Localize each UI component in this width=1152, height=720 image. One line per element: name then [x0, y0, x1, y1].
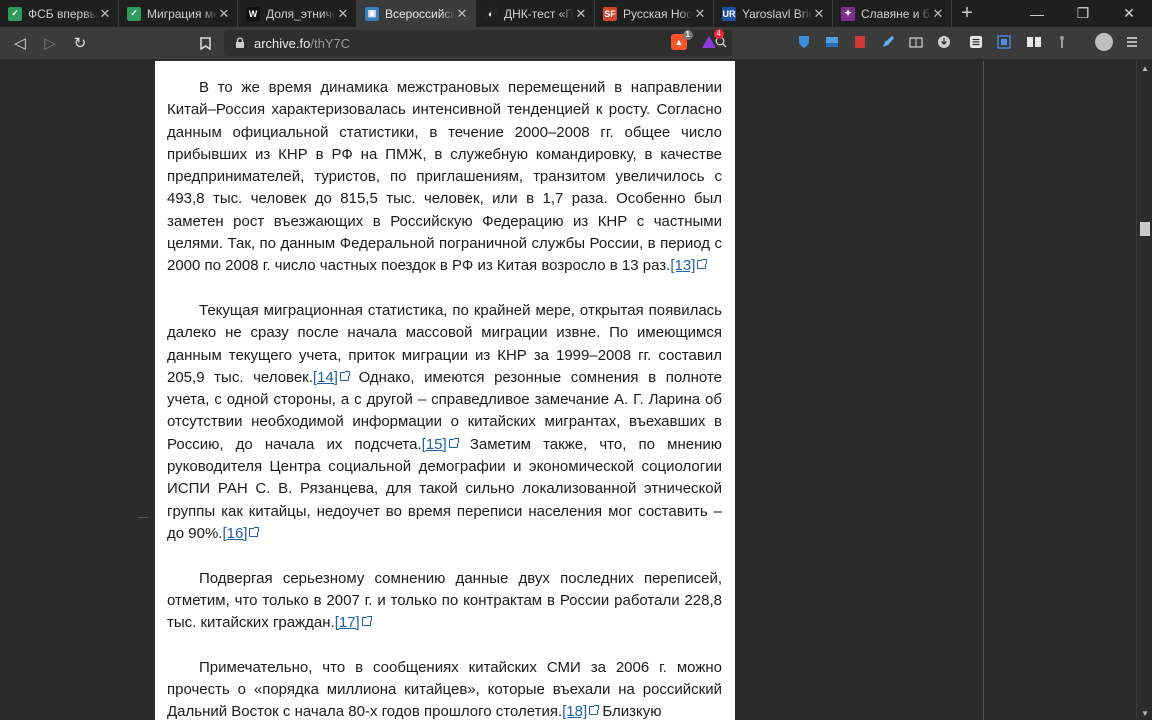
translate-extension-icon[interactable]	[1051, 31, 1073, 53]
brave-rewards-button[interactable]: 4	[698, 29, 724, 53]
back-button[interactable]: ◁	[5, 28, 35, 58]
bitwarden-extension-icon[interactable]	[793, 31, 815, 53]
tab-close-icon[interactable]: ✕	[455, 6, 469, 22]
reload-icon: ↻	[73, 35, 87, 52]
tab-title: Всероссийская	[385, 6, 455, 21]
bookmark-icon	[199, 36, 211, 50]
footnote-link[interactable]: [15]	[422, 436, 447, 453]
tab-favicon-icon: SF	[603, 6, 617, 21]
profile-button[interactable]	[1093, 31, 1115, 53]
footnote-link[interactable]: [16]	[222, 525, 247, 542]
footnote-link[interactable]: [17]	[335, 614, 360, 631]
tab-close-icon[interactable]: ✕	[693, 6, 707, 22]
scroll-up-arrow-icon[interactable]: ▲	[1137, 61, 1152, 75]
tab-favicon-icon: ✦	[841, 6, 855, 21]
tab-close-icon[interactable]: ✕	[812, 6, 826, 22]
browser-tab[interactable]: ◐ ДНК-тест «Ге ✕	[476, 0, 595, 27]
archived-page: В то же время динамика межстрановых пере…	[155, 61, 735, 720]
scrollbar-thumb[interactable]	[1140, 222, 1150, 236]
bookmark-button[interactable]	[190, 28, 220, 58]
address-bar[interactable]: archive.fo/thY7C	[224, 30, 732, 56]
tab-favicon-icon: W	[246, 6, 260, 21]
tab-title: Yaroslavl Brigh	[742, 6, 812, 21]
book-extension-icon[interactable]	[1023, 31, 1045, 53]
paragraph-text: Близкую	[598, 703, 662, 720]
article-text: В то же время динамика межстрановых пере…	[167, 77, 722, 720]
browser-tab[interactable]: ▣ Всероссийская✕	[357, 0, 476, 27]
paragraph-text: В то же время динамика межстрановых пере…	[167, 79, 722, 275]
hamburger-menu-icon	[1127, 37, 1137, 47]
tab-title: Доля_этничес	[266, 6, 336, 21]
avatar-icon	[1095, 33, 1113, 51]
lock-icon	[230, 37, 250, 49]
tab-list: ✓ФСБ впервые✕✓Миграция ме✕WДоля_этничес✕…	[0, 0, 952, 27]
tab-close-icon[interactable]: ✕	[931, 6, 945, 22]
tab-close-icon[interactable]: ✕	[336, 6, 350, 22]
browser-toolbar: ◁ ▷ ↻ archive.fo/thY7C ▲ 1 4	[0, 27, 1152, 60]
brave-shields-icon: ▲ 1	[671, 30, 693, 50]
main-menu-button[interactable]	[1121, 31, 1143, 53]
footnote-link[interactable]: [18]	[562, 703, 587, 720]
article-paragraph: Примечательно, что в сообщениях китайски…	[167, 657, 722, 720]
forward-button[interactable]: ▷	[35, 28, 65, 58]
footnote-link[interactable]: [13]	[670, 257, 695, 274]
external-link-icon	[361, 616, 372, 627]
tab-favicon-icon: ◐	[484, 6, 498, 21]
tab-favicon-icon: ✓	[127, 6, 141, 21]
tab-favicon-icon: UR	[722, 6, 736, 21]
article-paragraph: В то же время динамика межстрановых пере…	[167, 77, 722, 278]
url-text[interactable]: archive.fo/thY7C	[254, 36, 710, 51]
tab-title: Миграция ме	[147, 6, 217, 21]
back-icon: ◁	[14, 35, 26, 52]
browser-tab[interactable]: SF Русская Ноос ✕	[595, 0, 714, 27]
external-link-icon	[339, 370, 350, 381]
tab-close-icon[interactable]: ✕	[217, 6, 231, 22]
browser-tab[interactable]: ✓ Миграция ме ✕	[119, 0, 238, 27]
browser-tab[interactable]: W Доля_этничес✕	[238, 0, 357, 27]
paragraph-text: Подвергая серьезному сомнению данные дву…	[167, 569, 722, 632]
minimize-button[interactable]: —	[1014, 0, 1060, 27]
tab-title: ДНК-тест «Ге	[504, 6, 574, 21]
reader-extension-icon[interactable]	[905, 31, 927, 53]
new-tab-button[interactable]: +	[952, 0, 982, 27]
tab-title: ФСБ впервые	[28, 6, 98, 21]
external-link-icon	[448, 437, 459, 448]
tab-strip: ✓ФСБ впервые✕✓Миграция ме✕WДоля_этничес✕…	[0, 0, 1152, 27]
close-window-button[interactable]: ✕	[1106, 0, 1152, 27]
maximize-button[interactable]: ❐	[1060, 0, 1106, 27]
menu-list-extension-icon[interactable]	[965, 31, 987, 53]
pocket-extension-icon[interactable]	[849, 31, 871, 53]
screenshot-extension-icon[interactable]	[993, 31, 1015, 53]
external-link-icon	[697, 259, 708, 270]
pen-extension-icon[interactable]	[877, 31, 899, 53]
page-divider	[983, 61, 984, 720]
browser-tab[interactable]: ✦ Славяне и ба ✕	[833, 0, 952, 27]
article-paragraph: Текущая миграционная статистика, по край…	[167, 300, 722, 545]
page-viewport: В то же время динамика межстрановых пере…	[0, 61, 1136, 720]
tab-favicon-icon: ✓	[8, 6, 22, 21]
tab-favicon-icon: ▣	[365, 6, 379, 21]
tab-close-icon[interactable]: ✕	[574, 6, 588, 22]
footnote-link[interactable]: [14]	[313, 369, 338, 386]
vertical-scrollbar[interactable]: ▲ ▼	[1136, 61, 1152, 720]
tab-title: Русская Ноос	[623, 6, 693, 21]
external-link-icon	[249, 526, 260, 537]
browser-tab[interactable]: ✓ ФСБ впервые ✕	[0, 0, 119, 27]
scroll-down-arrow-icon[interactable]: ▼	[1137, 706, 1152, 720]
download-extension-icon[interactable]	[933, 31, 955, 53]
forward-icon: ▷	[44, 35, 56, 52]
tab-close-icon[interactable]: ✕	[98, 6, 112, 22]
weather-extension-icon[interactable]	[821, 31, 843, 53]
article-paragraph: Подвергая серьезному сомнению данные дву…	[167, 568, 722, 635]
reload-button[interactable]: ↻	[65, 28, 95, 58]
browser-tab[interactable]: UR Yaroslavl Brigh✕	[714, 0, 833, 27]
margin-dash	[138, 517, 148, 518]
external-link-icon	[589, 705, 600, 716]
tab-title: Славяне и ба	[861, 6, 931, 21]
brave-shields-button[interactable]: ▲ 1	[668, 30, 693, 53]
